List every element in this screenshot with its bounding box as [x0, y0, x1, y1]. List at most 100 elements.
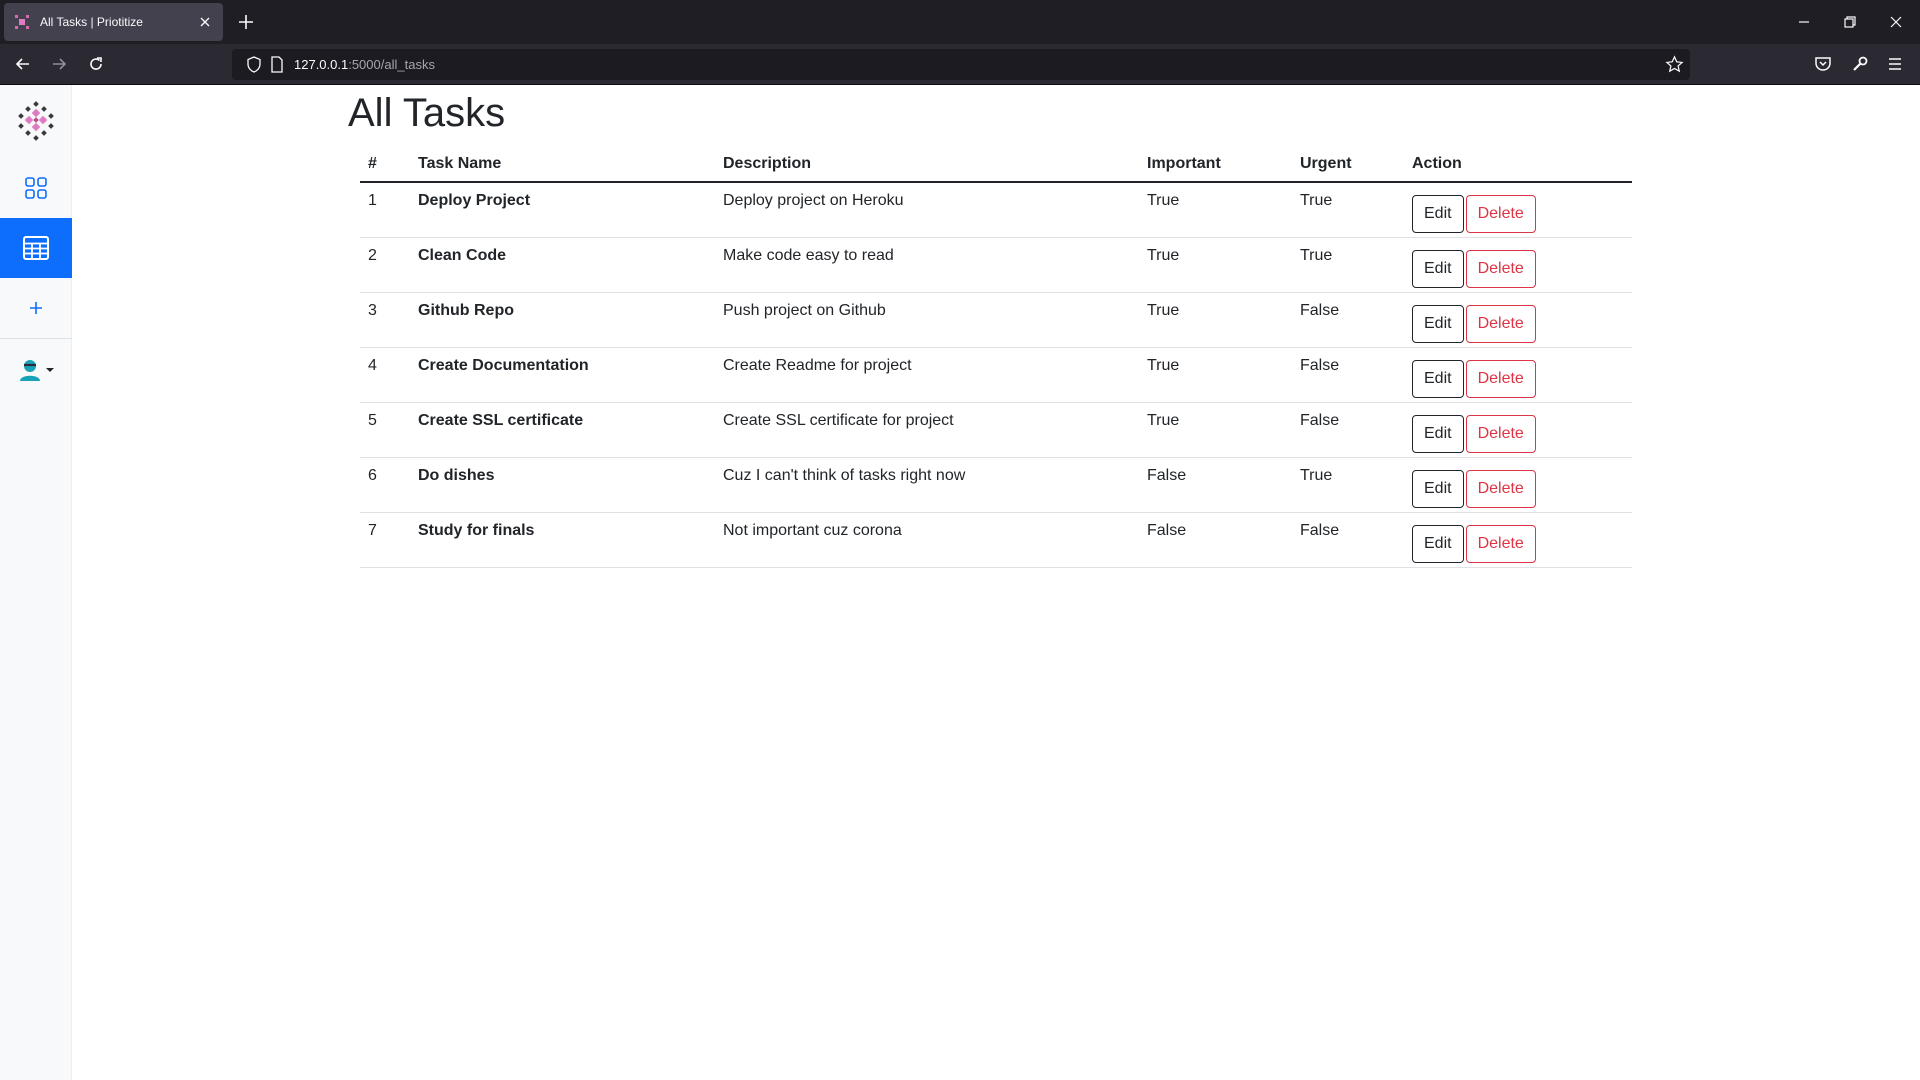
bookmark-star-icon[interactable]: [1665, 55, 1684, 74]
task-important: True: [1139, 182, 1292, 238]
delete-button[interactable]: Delete: [1465, 359, 1536, 398]
url-text[interactable]: 127.0.0.1:5000/all_tasks: [294, 57, 435, 72]
task-description: Push project on Github: [715, 292, 1139, 348]
user-avatar-icon: [20, 360, 40, 381]
task-actions: Edit Delete: [1404, 457, 1632, 513]
sidebar: [0, 85, 72, 1080]
grid-icon: [25, 177, 47, 199]
task-name: Do dishes: [410, 457, 715, 513]
table-row: 3 Github Repo Push project on Github Tru…: [360, 292, 1632, 348]
task-important: True: [1139, 292, 1292, 348]
browser-nav-bar: 127.0.0.1:5000/all_tasks: [0, 44, 1920, 85]
task-number: 4: [360, 347, 410, 403]
task-urgent: False: [1292, 292, 1404, 348]
edit-button[interactable]: Edit: [1412, 359, 1464, 398]
browser-tab-bar: All Tasks | Priotitize: [0, 0, 1920, 44]
wrench-icon[interactable]: [1851, 55, 1869, 73]
favicon-icon: [15, 15, 29, 29]
sidebar-item-dashboard[interactable]: [0, 158, 72, 218]
table-row: 2 Clean Code Make code easy to read True…: [360, 237, 1632, 293]
new-tab-plus-icon[interactable]: [237, 13, 255, 31]
edit-button[interactable]: Edit: [1412, 469, 1464, 508]
delete-button[interactable]: Delete: [1465, 304, 1536, 343]
task-urgent: False: [1292, 512, 1404, 568]
task-urgent: True: [1292, 457, 1404, 513]
edit-button[interactable]: Edit: [1412, 414, 1464, 453]
task-name: Create SSL certificate: [410, 402, 715, 458]
page-title: All Tasks: [348, 91, 506, 135]
column-header-urgent: Urgent: [1292, 147, 1404, 183]
task-important: False: [1139, 512, 1292, 568]
table-row: 5 Create SSL certificate Create SSL cert…: [360, 402, 1632, 458]
table-row: 7 Study for finals Not important cuz cor…: [360, 512, 1632, 568]
back-arrow-icon[interactable]: [14, 55, 32, 73]
edit-button[interactable]: Edit: [1412, 304, 1464, 343]
delete-button[interactable]: Delete: [1465, 249, 1536, 288]
task-important: True: [1139, 237, 1292, 293]
delete-button[interactable]: Delete: [1465, 524, 1536, 563]
reload-icon[interactable]: [87, 55, 105, 73]
menu-icon[interactable]: [1886, 55, 1904, 73]
plus-icon: [30, 302, 42, 314]
browser-tab[interactable]: All Tasks | Priotitize: [4, 3, 223, 41]
tab-title: All Tasks | Priotitize: [40, 15, 143, 29]
url-host: 127.0.0.1: [294, 57, 349, 72]
minimize-icon[interactable]: [1796, 14, 1812, 30]
task-name: Study for finals: [410, 512, 715, 568]
task-description: Make code easy to read: [715, 237, 1139, 293]
task-number: 7: [360, 512, 410, 568]
edit-button[interactable]: Edit: [1412, 195, 1464, 233]
column-header-task-name: Task Name: [410, 147, 715, 183]
task-description: Cuz I can't think of tasks right now: [715, 457, 1139, 513]
column-header-important: Important: [1139, 147, 1292, 183]
task-description: Create Readme for project: [715, 347, 1139, 403]
user-menu-dropdown[interactable]: [18, 355, 58, 385]
shield-icon[interactable]: [246, 56, 262, 73]
task-urgent: True: [1292, 237, 1404, 293]
task-number: 3: [360, 292, 410, 348]
task-actions: Edit Delete: [1404, 292, 1632, 348]
task-actions: Edit Delete: [1404, 512, 1632, 568]
url-path: :5000/all_tasks: [348, 57, 435, 72]
task-name: Github Repo: [410, 292, 715, 348]
task-important: True: [1139, 402, 1292, 458]
task-urgent: False: [1292, 347, 1404, 403]
page-icon[interactable]: [270, 56, 284, 73]
task-name: Create Documentation: [410, 347, 715, 403]
task-urgent: True: [1292, 182, 1404, 238]
delete-button[interactable]: Delete: [1465, 469, 1536, 508]
task-number: 2: [360, 237, 410, 293]
table-header-row: # Task Name Description Important Urgent…: [360, 147, 1632, 183]
table-row: 1 Deploy Project Deploy project on Herok…: [360, 182, 1632, 238]
url-bar[interactable]: 127.0.0.1:5000/all_tasks: [232, 49, 1690, 80]
forward-arrow-icon[interactable]: [50, 55, 68, 73]
task-urgent: False: [1292, 402, 1404, 458]
column-header-action: Action: [1404, 147, 1632, 183]
edit-button[interactable]: Edit: [1412, 249, 1464, 288]
task-important: True: [1139, 347, 1292, 403]
close-window-icon[interactable]: [1888, 14, 1904, 30]
sidebar-item-add-task[interactable]: [0, 278, 72, 338]
pocket-icon[interactable]: [1814, 55, 1832, 73]
close-tab-icon[interactable]: [197, 14, 213, 30]
table-row: 4 Create Documentation Create Readme for…: [360, 347, 1632, 403]
table-row: 6 Do dishes Cuz I can't think of tasks r…: [360, 457, 1632, 513]
task-actions: Edit Delete: [1404, 402, 1632, 458]
task-name: Deploy Project: [410, 182, 715, 238]
task-description: Not important cuz corona: [715, 512, 1139, 568]
app-logo-icon[interactable]: [16, 101, 56, 141]
delete-button[interactable]: Delete: [1465, 195, 1536, 233]
task-number: 1: [360, 182, 410, 238]
table-icon: [23, 236, 49, 260]
sidebar-item-all-tasks[interactable]: [0, 218, 72, 278]
restore-icon[interactable]: [1842, 14, 1858, 30]
edit-button[interactable]: Edit: [1412, 524, 1464, 563]
page-viewport: All Tasks # Task Name Description Import…: [0, 85, 1920, 1080]
column-header-number: #: [360, 147, 410, 183]
task-number: 5: [360, 402, 410, 458]
task-name: Clean Code: [410, 237, 715, 293]
caret-down-icon: [46, 368, 54, 372]
delete-button[interactable]: Delete: [1465, 414, 1536, 453]
task-actions: Edit Delete: [1404, 182, 1632, 238]
tasks-table-body: 1 Deploy Project Deploy project on Herok…: [360, 182, 1632, 568]
